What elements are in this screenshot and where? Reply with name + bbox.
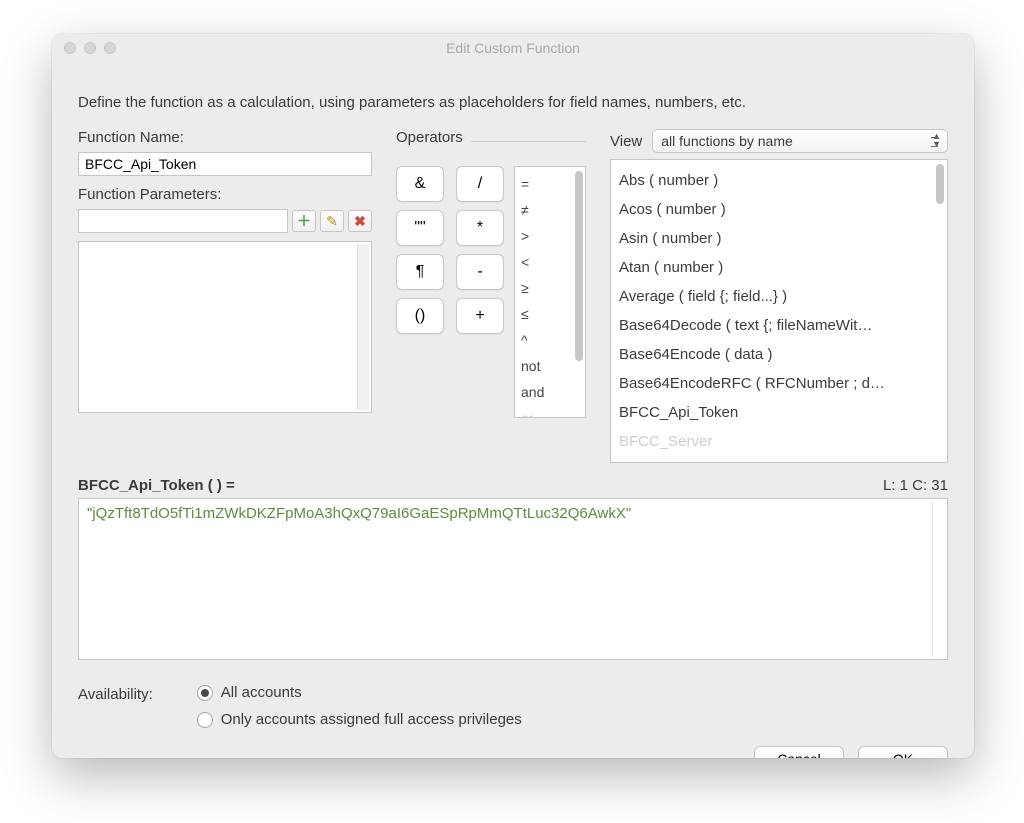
formula-signature: BFCC_Api_Token ( ) = [78,477,235,494]
pencil-icon: ✎ [326,213,338,230]
scrollbar[interactable] [936,164,944,204]
dialog-content: Define the function as a calculation, us… [52,56,974,758]
edit-parameter-button[interactable]: ✎ [320,210,344,232]
chevron-updown-icon: ▲▼ [932,132,941,148]
operator-ampersand-button[interactable]: & [396,166,444,202]
scrollbar[interactable] [932,501,945,657]
formula-editor[interactable]: "jQzTft8TdO5fTi1mZWkDKZFpMoA3hQxQ79aI6Ga… [78,498,948,660]
add-parameter-button[interactable]: ＋ [292,210,316,232]
function-list-item[interactable]: Acos ( number ) [619,195,939,224]
symbol-lte[interactable]: ≤ [521,301,579,327]
close-window-icon[interactable] [64,42,76,54]
parameter-name-input[interactable] [78,209,288,233]
radio-icon [197,712,213,728]
functions-list[interactable]: Abs ( number ) Acos ( number ) Asin ( nu… [610,159,948,463]
ok-button[interactable]: OK [858,746,948,758]
operators-label: Operators [396,129,463,146]
symbol-lt[interactable]: < [521,249,579,275]
operator-button-grid: & / "" * ¶ - () + [396,166,504,418]
operator-pilcrow-button[interactable]: ¶ [396,254,444,290]
titlebar: Edit Custom Function [52,34,974,56]
operator-plus-button[interactable]: + [456,298,504,334]
function-parameters-label: Function Parameters: [78,186,372,203]
function-name-input[interactable] [78,152,372,176]
view-label: View [610,133,642,150]
scrollbar[interactable] [357,244,369,410]
availability-full-access-radio[interactable]: Only accounts assigned full access privi… [197,711,522,728]
symbol-and[interactable]: and [521,379,579,405]
delete-parameter-button[interactable]: ✖ [348,210,372,232]
minimize-window-icon[interactable] [84,42,96,54]
function-list-item[interactable]: Asin ( number ) [619,224,939,253]
symbol-neq[interactable]: ≠ [521,197,579,223]
availability-label: Availability: [78,684,153,703]
availability-all-accounts-radio[interactable]: All accounts [197,684,522,701]
delete-icon: ✖ [354,213,366,230]
function-name-label: Function Name: [78,129,372,146]
scrollbar[interactable] [575,171,583,361]
operator-minus-button[interactable]: - [456,254,504,290]
view-select-value: all functions by name [661,133,793,149]
traffic-lights [64,42,116,54]
function-list-item[interactable]: Average ( field {; field...} ) [619,282,939,311]
function-list-item[interactable]: Base64Decode ( text {; fileNameWit… [619,311,939,340]
view-select[interactable]: all functions by name ▲▼ [652,129,948,153]
cancel-button[interactable]: Cancel [754,746,844,758]
plus-icon: ＋ [297,211,311,231]
function-list-item[interactable]: BFCC_Server [619,427,939,456]
radio-label: Only accounts assigned full access privi… [221,711,522,728]
symbol-eq[interactable]: = [521,171,579,197]
operator-symbol-list[interactable]: = ≠ > < ≥ ≤ ^ not and or [514,166,586,418]
function-list-item[interactable]: Atan ( number ) [619,253,939,282]
symbol-gte[interactable]: ≥ [521,275,579,301]
radio-label: All accounts [221,684,302,701]
function-list-item[interactable]: Base64Encode ( data ) [619,340,939,369]
function-list-item[interactable]: Abs ( number ) [619,166,939,195]
radio-icon [197,685,213,701]
function-list-item[interactable]: Base64EncodeRFC ( RFCNumber ; d… [619,369,939,398]
formula-body: "jQzTft8TdO5fTi1mZWkDKZFpMoA3hQxQ79aI6Ga… [87,505,631,522]
symbol-not[interactable]: not [521,353,579,379]
parameters-list[interactable] [78,241,372,413]
zoom-window-icon[interactable] [104,42,116,54]
operator-quotes-button[interactable]: "" [396,210,444,246]
symbol-gt[interactable]: > [521,223,579,249]
function-list-item[interactable]: BFCC_Api_Token [619,398,939,427]
instruction-text: Define the function as a calculation, us… [78,94,948,111]
operator-asterisk-button[interactable]: * [456,210,504,246]
cursor-position: L: 1 C: 31 [883,477,948,494]
window-title: Edit Custom Function [52,34,974,56]
operator-slash-button[interactable]: / [456,166,504,202]
symbol-caret[interactable]: ^ [521,327,579,353]
symbol-or[interactable]: or [521,405,579,418]
edit-custom-function-window: Edit Custom Function Define the function… [52,34,974,758]
operator-parens-button[interactable]: () [396,298,444,334]
